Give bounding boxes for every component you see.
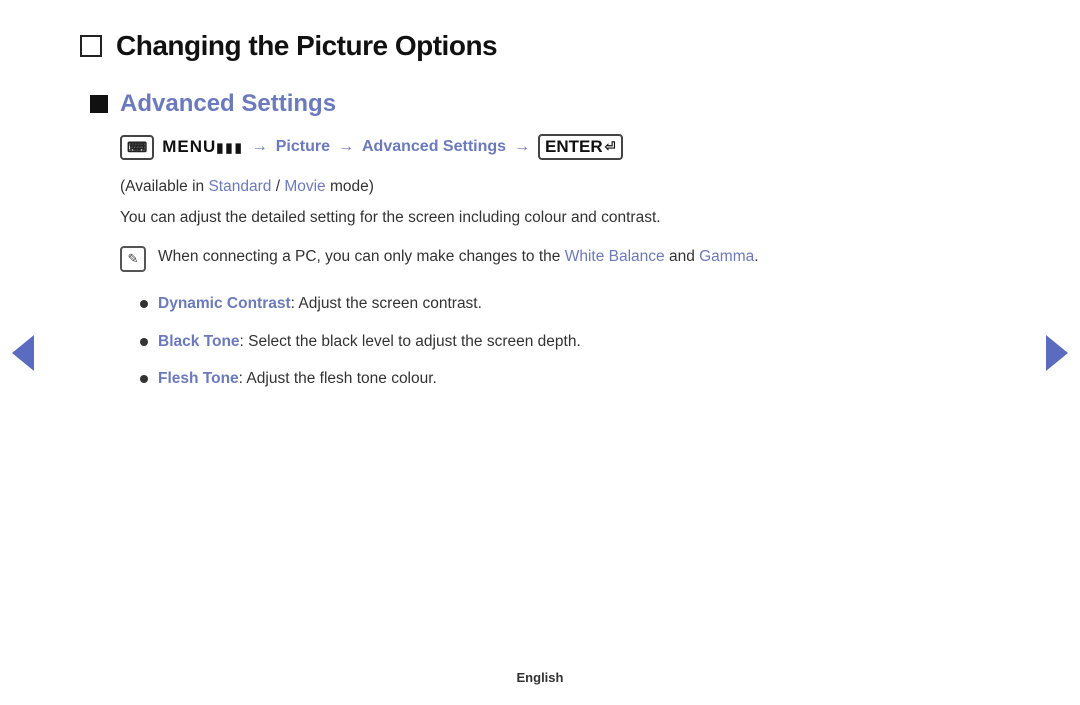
path-picture: Picture	[276, 138, 330, 156]
enter-text: ENTER	[545, 137, 603, 157]
note-and: and	[665, 248, 699, 265]
menu-path-row: ⌨ MENU▮▮▮ → Picture → Advanced Settings …	[120, 134, 1000, 160]
footer-language: English	[0, 670, 1080, 685]
menu-label: MENU▮▮▮	[162, 137, 244, 157]
bullet-dot-icon	[140, 338, 148, 346]
arrow-2: →	[338, 138, 354, 156]
section: Advanced Settings ⌨ MENU▮▮▮ → Picture → …	[90, 90, 1000, 390]
path-advanced-settings: Advanced Settings	[362, 138, 506, 156]
available-prefix: (Available in	[120, 178, 208, 195]
nav-arrow-left[interactable]	[12, 335, 34, 371]
bullet-desc-2: : Select the black level to adjust the s…	[240, 333, 581, 350]
note-gamma: Gamma	[699, 248, 754, 265]
bullet-desc-1: : Adjust the screen contrast.	[291, 295, 482, 312]
available-text: (Available in Standard / Movie mode)	[120, 178, 1000, 196]
page-title-row: Changing the Picture Options	[80, 30, 1000, 62]
bullet-text-2: Black Tone: Select the black level to ad…	[158, 330, 581, 353]
note-icon: ✎	[120, 246, 146, 272]
bullet-dot-icon	[140, 300, 148, 308]
bullet-label-3: Flesh Tone	[158, 370, 239, 387]
bullet-text-1: Dynamic Contrast: Adjust the screen cont…	[158, 292, 482, 315]
section-title: Advanced Settings	[120, 90, 336, 118]
note-row: ✎ When connecting a PC, you can only mak…	[120, 245, 1000, 272]
note-period: .	[754, 248, 758, 265]
list-item: Black Tone: Select the black level to ad…	[140, 330, 1000, 353]
bullet-list: Dynamic Contrast: Adjust the screen cont…	[140, 292, 1000, 390]
page-container: Changing the Picture Options Advanced Se…	[0, 0, 1080, 705]
bullet-label-2: Black Tone	[158, 333, 240, 350]
available-movie: Movie	[284, 178, 325, 195]
menu-icon: ⌨	[120, 135, 154, 160]
bullet-text-3: Flesh Tone: Adjust the flesh tone colour…	[158, 367, 437, 390]
bullet-dot-icon	[140, 375, 148, 383]
enter-arrow-icon: ⏎	[605, 139, 616, 155]
bullet-desc-3: : Adjust the flesh tone colour.	[239, 370, 437, 387]
available-slash: /	[271, 178, 284, 195]
note-prefix: When connecting a PC, you can only make …	[158, 248, 565, 265]
available-suffix: mode)	[326, 178, 374, 195]
enter-label: ENTER⏎	[538, 134, 623, 160]
arrow-1: →	[252, 138, 268, 156]
list-item: Flesh Tone: Adjust the flesh tone colour…	[140, 367, 1000, 390]
filled-square-icon	[90, 95, 108, 113]
checkbox-icon	[80, 35, 102, 57]
bullet-label-1: Dynamic Contrast	[158, 295, 291, 312]
arrow-3: →	[514, 138, 530, 156]
list-item: Dynamic Contrast: Adjust the screen cont…	[140, 292, 1000, 315]
note-white-balance: White Balance	[565, 248, 665, 265]
section-header-row: Advanced Settings	[90, 90, 1000, 118]
nav-arrow-right[interactable]	[1046, 335, 1068, 371]
available-standard: Standard	[208, 178, 271, 195]
note-text: When connecting a PC, you can only make …	[158, 245, 759, 270]
page-title: Changing the Picture Options	[116, 30, 497, 62]
description-text: You can adjust the detailed setting for …	[120, 206, 1000, 229]
